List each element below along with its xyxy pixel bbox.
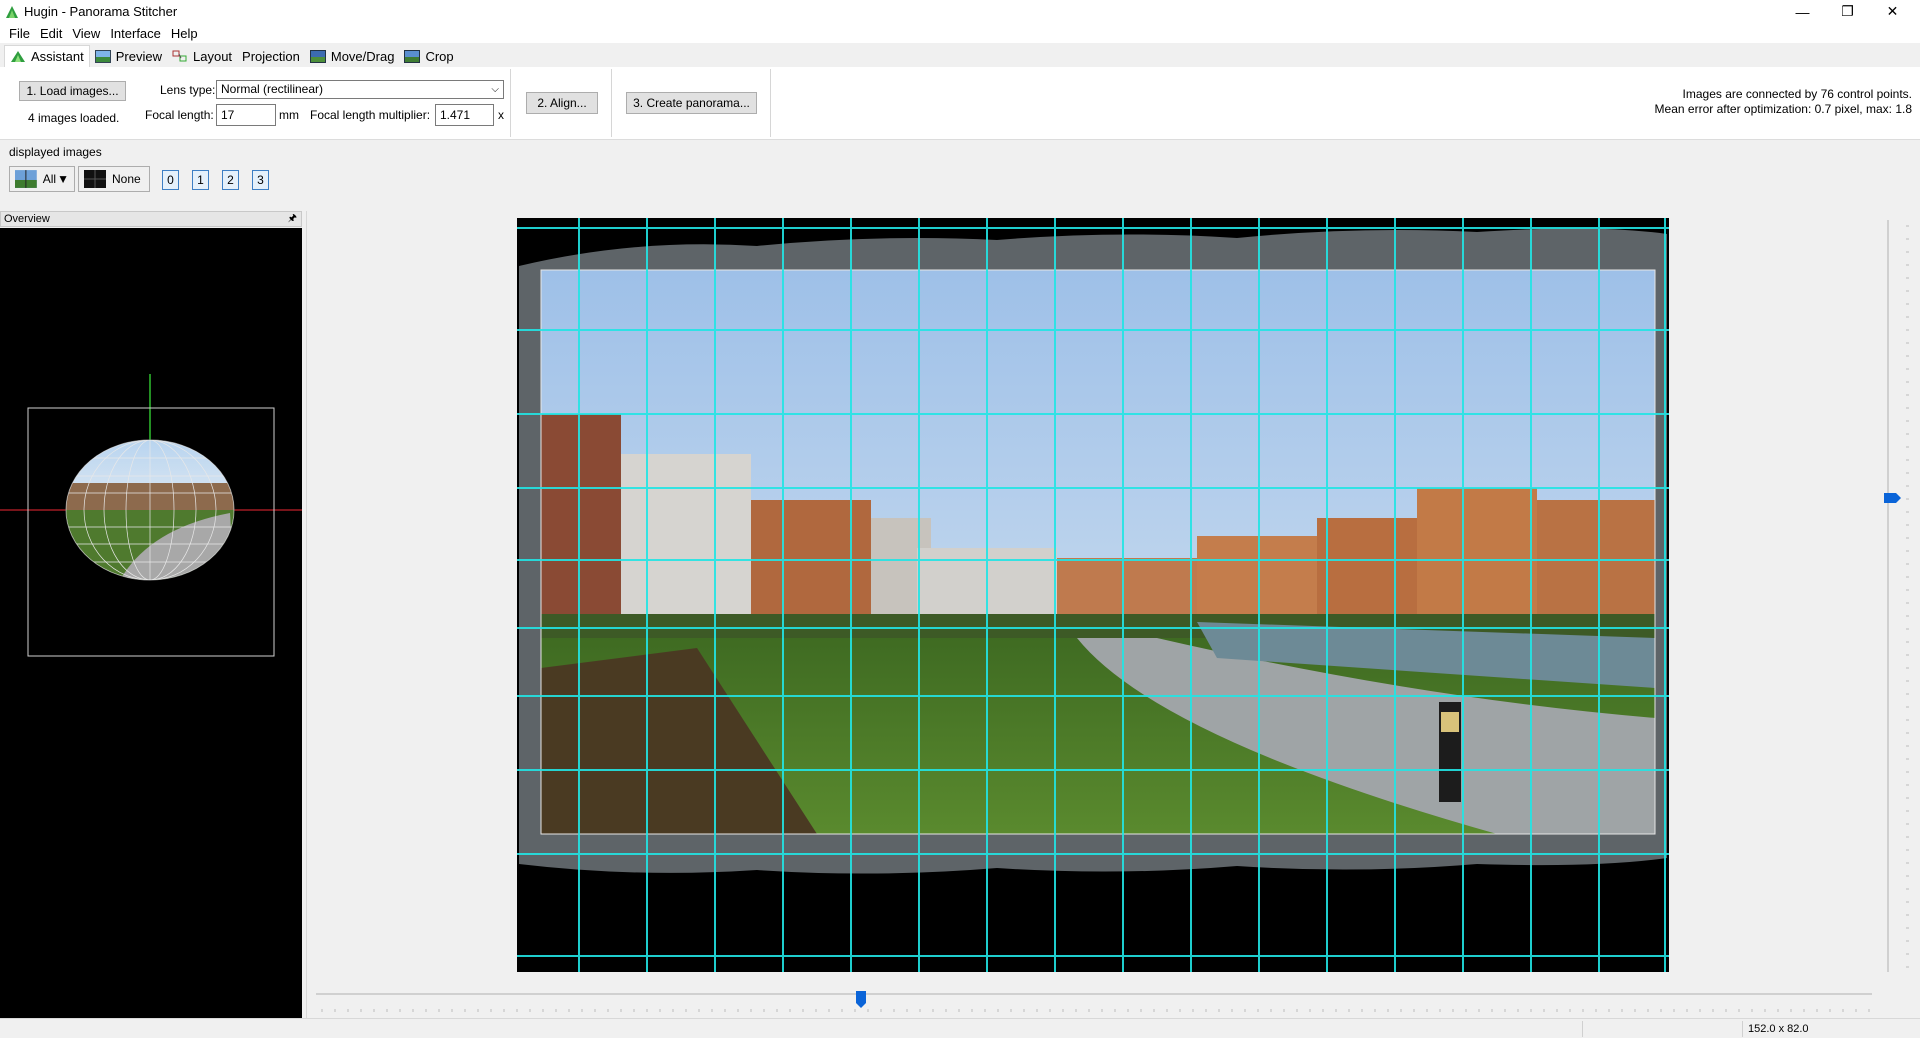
tab-label: Preview (115, 49, 162, 64)
panorama-dimensions: 152.0 x 82.0 (1748, 1023, 1809, 1035)
focal-length-unit: mm (279, 108, 299, 122)
image-toggle-2[interactable]: 2 (222, 170, 239, 190)
load-images-button[interactable]: 1. Load images... (19, 81, 126, 101)
all-label: All (42, 172, 57, 186)
assistant-panel: 1. Load images... 4 images loaded. Lens … (0, 67, 1920, 140)
show-all-button[interactable]: All ▼ (9, 166, 75, 192)
menu-bar: File Edit View Interface Help (0, 23, 1920, 43)
lamp-light (1441, 712, 1459, 732)
close-button[interactable]: ✕ (1870, 0, 1915, 23)
tab-label: Crop (425, 49, 454, 64)
status-separator (1582, 1021, 1583, 1037)
none-label: None (112, 172, 141, 186)
align-button[interactable]: 2. Align... (526, 92, 598, 114)
focal-length-input[interactable]: 17 (216, 104, 276, 126)
tab-move-drag[interactable]: Move/Drag (305, 46, 400, 67)
hugin-app-icon (6, 6, 18, 18)
menu-view[interactable]: View (67, 26, 105, 41)
create-panorama-button[interactable]: 3. Create panorama... (626, 92, 757, 114)
building (1197, 536, 1317, 626)
building (621, 454, 751, 624)
separator (770, 69, 771, 137)
close-icon: ✕ (1886, 3, 1899, 19)
slider-thumb[interactable] (1884, 493, 1901, 503)
tab-label: Assistant (31, 49, 84, 64)
building (541, 414, 621, 624)
panorama-preview (517, 218, 1669, 972)
assistant-icon (11, 51, 25, 62)
vertical-fov-slider[interactable] (1884, 220, 1914, 972)
show-none-button[interactable]: None (78, 166, 150, 192)
tab-bar: Assistant Preview Layout Projection Move… (0, 45, 1920, 67)
menu-edit[interactable]: Edit (35, 26, 67, 41)
crop-icon (404, 50, 421, 63)
pin-icon[interactable]: 🖈 (288, 212, 297, 226)
horizontal-fov-slider[interactable] (316, 991, 1872, 1015)
window-title: Hugin - Panorama Stitcher (24, 4, 178, 19)
tab-preview[interactable]: Preview (90, 46, 167, 67)
tab-assistant[interactable]: Assistant (4, 45, 90, 67)
dropdown-arrow-icon: ▼ (57, 172, 69, 186)
tab-label: Projection (242, 49, 300, 64)
lens-type-select[interactable]: Normal (rectilinear) ⌵ (216, 80, 504, 99)
status-separator (1742, 1021, 1743, 1037)
multiplier-label: Focal length multiplier: (310, 108, 431, 122)
panorama-canvas[interactable] (517, 218, 1669, 972)
building (1317, 518, 1417, 628)
displayed-images-panel: displayed images All ▼ None 0 1 2 3 (0, 141, 1920, 209)
slider-ticks (1906, 225, 1909, 968)
building (751, 500, 871, 630)
menu-help[interactable]: Help (166, 26, 203, 41)
all-images-icon (15, 170, 37, 188)
separator (510, 69, 511, 137)
images-loaded-text: 4 images loaded. (28, 111, 120, 125)
no-images-icon (84, 170, 106, 188)
image-toggle-3[interactable]: 3 (252, 170, 269, 190)
minimize-button[interactable]: — (1780, 0, 1825, 23)
preview-icon (94, 50, 111, 63)
optimization-status: Images are connected by 76 control point… (1655, 87, 1912, 117)
tab-label: Move/Drag (330, 49, 395, 64)
move-drag-icon (309, 50, 326, 63)
overview-sphere-view (0, 374, 302, 657)
layout-icon (172, 50, 187, 62)
menu-interface[interactable]: Interface (105, 26, 166, 41)
control-points-text: Images are connected by 76 control point… (1682, 87, 1912, 101)
slider-ticks (321, 1009, 1870, 1012)
overview-header: Overview 🖈 (0, 211, 302, 227)
tab-label: Layout (193, 49, 233, 64)
overview-panel[interactable] (0, 228, 302, 1018)
lens-type-label: Lens type: (160, 83, 216, 97)
tab-crop[interactable]: Crop (399, 46, 458, 67)
multiplier-unit: x (498, 108, 504, 122)
minimize-icon: — (1795, 3, 1810, 20)
building (1417, 488, 1537, 628)
slider-thumb[interactable] (856, 991, 866, 1008)
tab-projection[interactable]: Projection (237, 46, 305, 67)
tab-layout[interactable]: Layout (167, 46, 237, 67)
restore-icon: ❐ (1841, 3, 1854, 19)
focal-length-label: Focal length: (145, 108, 214, 122)
image-toggle-0[interactable]: 0 (162, 170, 179, 190)
lens-type-value: Normal (rectilinear) (221, 82, 324, 96)
chevron-down-icon: ⌵ (491, 84, 499, 95)
separator (611, 69, 612, 137)
displayed-images-label: displayed images (9, 145, 102, 159)
mean-error-text: Mean error after optimization: 0.7 pixel… (1654, 102, 1912, 116)
multiplier-input[interactable]: 1.471 (435, 104, 494, 126)
title-bar: Hugin - Panorama Stitcher — ❐ ✕ (0, 0, 1920, 23)
status-bar: 152.0 x 82.0 (0, 1018, 1920, 1038)
building (1537, 500, 1655, 630)
overview-title: Overview (4, 213, 50, 225)
image-toggle-1[interactable]: 1 (192, 170, 209, 190)
restore-button[interactable]: ❐ (1825, 0, 1870, 23)
menu-file[interactable]: File (4, 26, 35, 41)
